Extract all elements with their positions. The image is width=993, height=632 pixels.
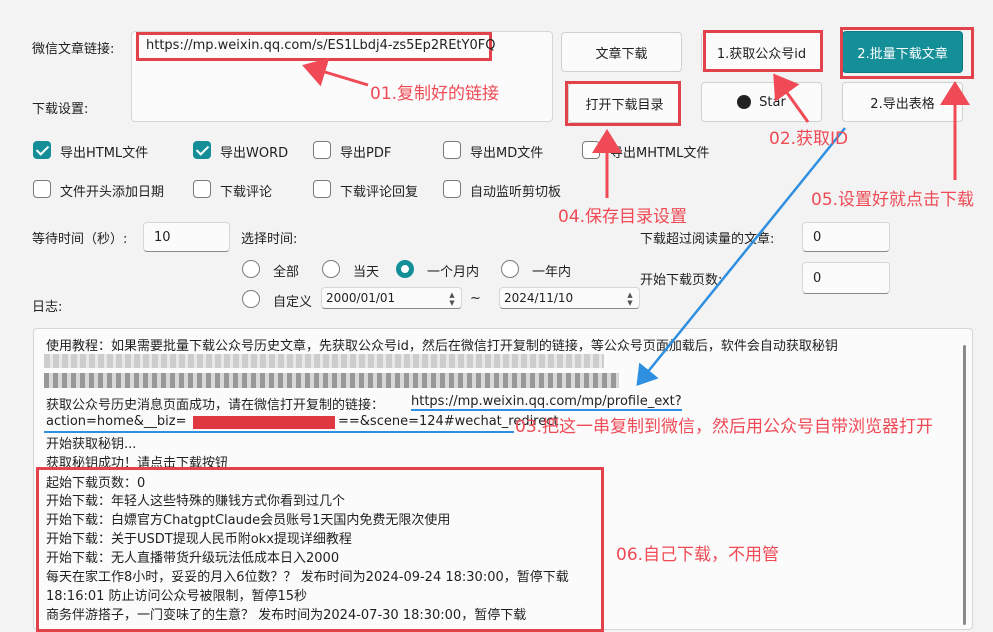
annotation-02: 02.获取ID	[769, 129, 849, 149]
annotation-01: 01.复制好的链接	[370, 84, 500, 104]
annotation-06: 06.自己下载，不用管	[616, 545, 780, 565]
arrow-02	[773, 73, 810, 123]
arrow-01	[302, 57, 369, 87]
annotation-03: 03.把这一串复制到微信，然后用公众号自带浏览器打开	[515, 417, 934, 437]
annotation-05: 05.设置好就点击下载	[811, 190, 975, 210]
arrow-03	[636, 127, 846, 386]
annotation-04: 04.保存目录设置	[558, 207, 688, 227]
